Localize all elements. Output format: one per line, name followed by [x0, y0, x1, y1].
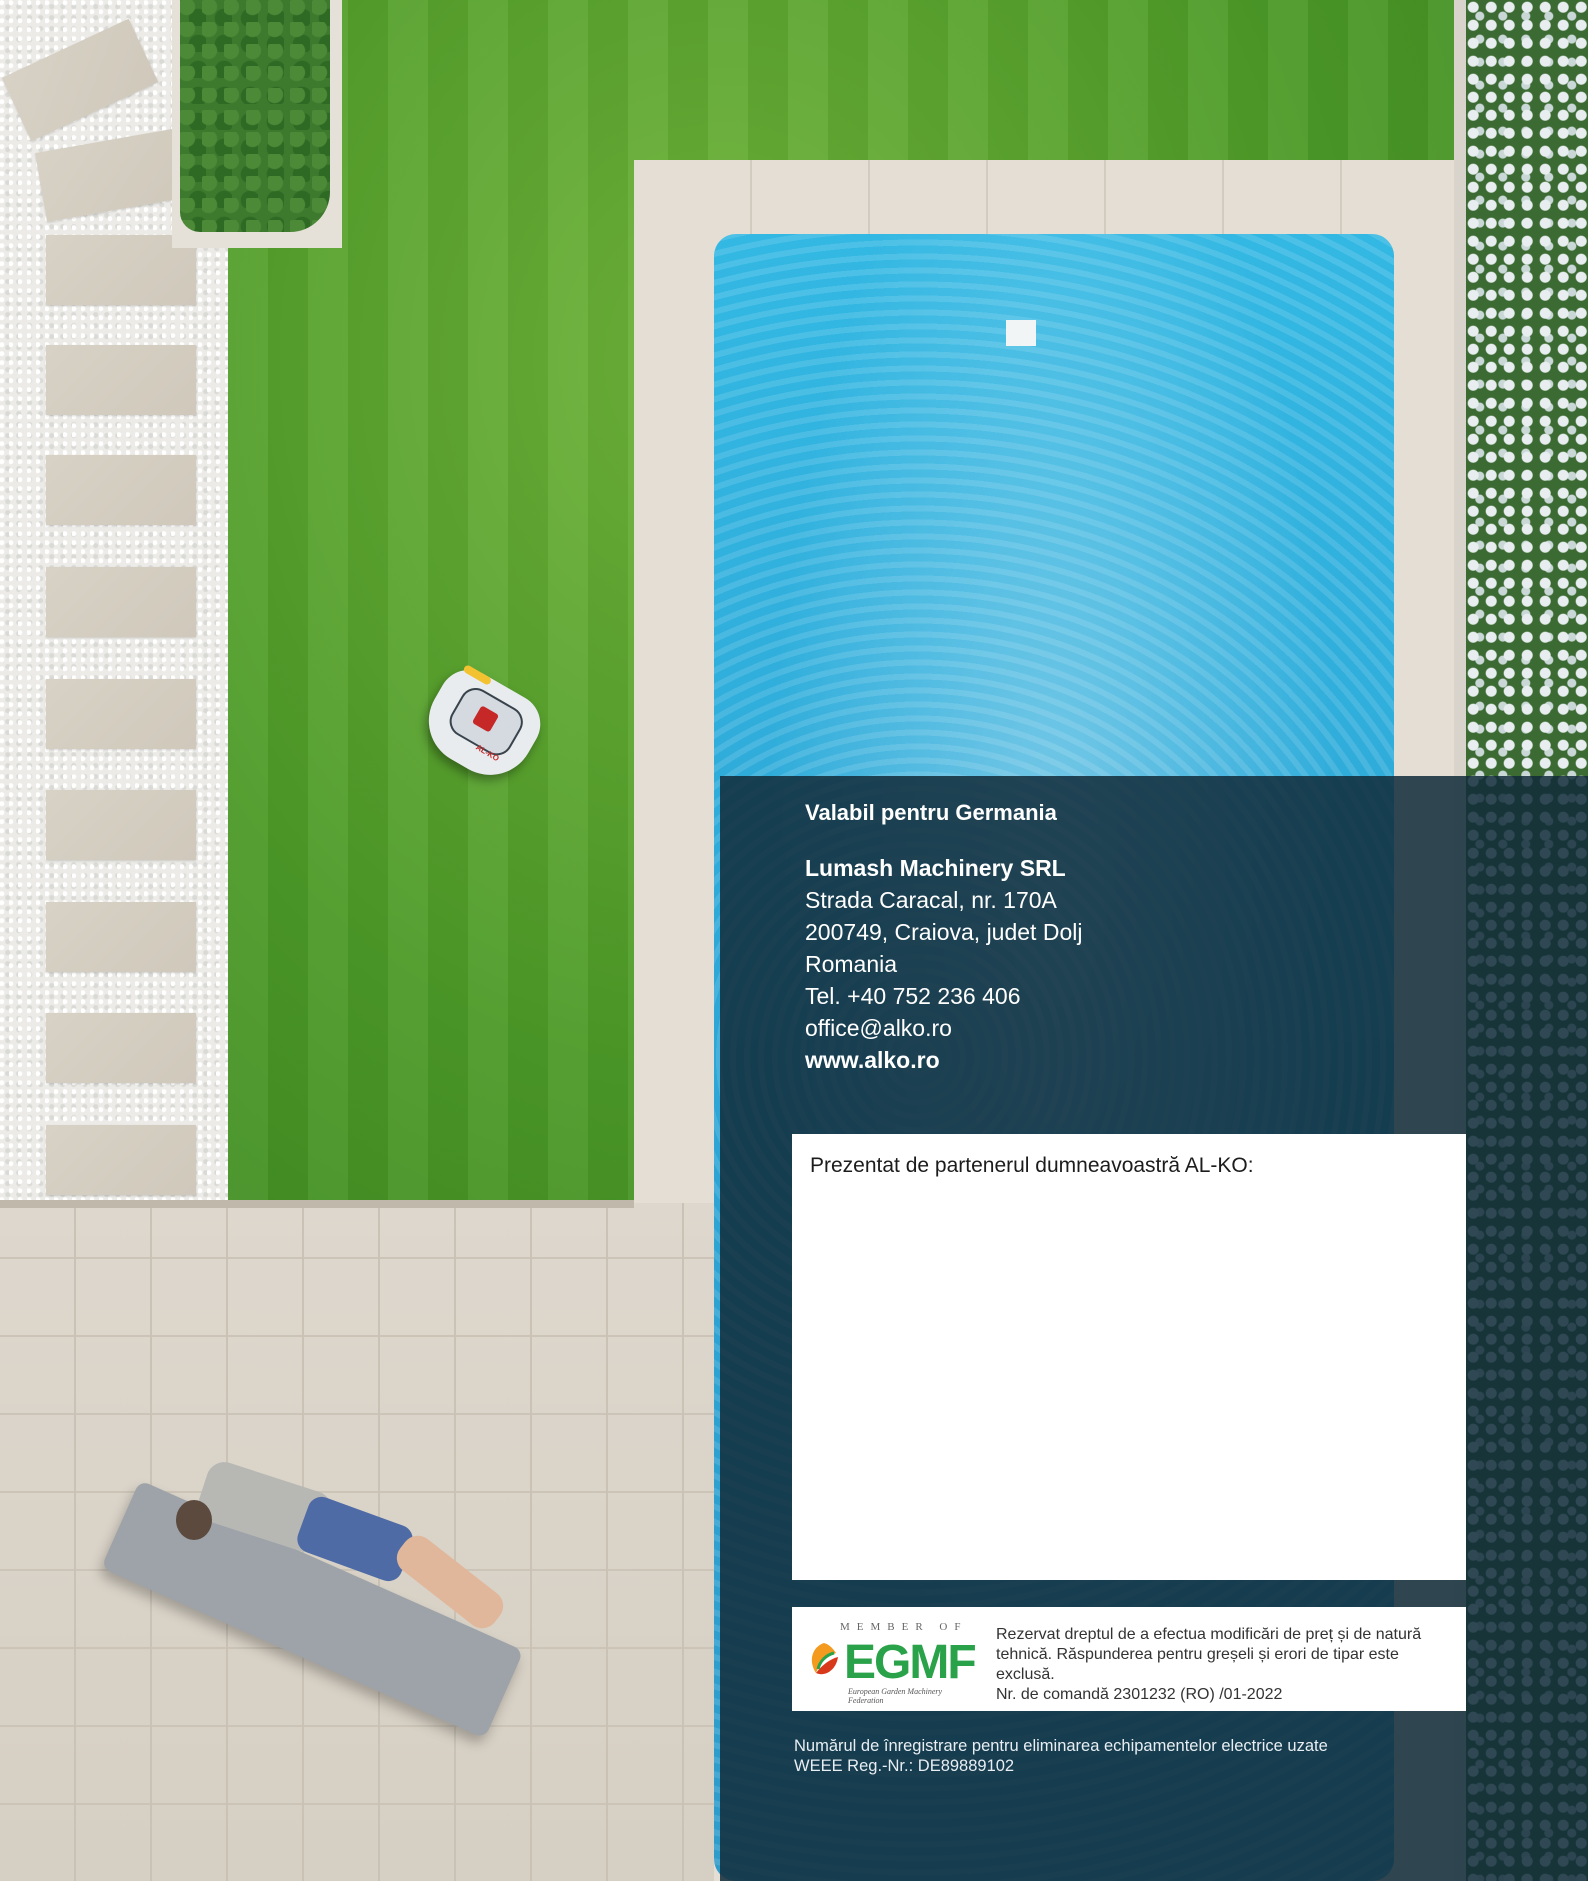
stepping-stone [46, 345, 196, 415]
city-address: 200749, Craiova, judet Dolj [805, 919, 1083, 945]
company-name: Lumash Machinery SRL [805, 855, 1066, 881]
weee-registration: Numărul de înregistrare pentru eliminare… [794, 1736, 1328, 1776]
partner-stamp-box: Prezentat de partenerul dumneavoastră AL… [792, 1134, 1466, 1580]
egmf-logo: MEMBER OF EGMF European Garden Machinery… [806, 1621, 977, 1705]
egmf-box: MEMBER OF EGMF European Garden Machinery… [792, 1607, 1466, 1711]
egmf-member-of: MEMBER OF [840, 1621, 968, 1633]
stepping-stone [46, 1125, 196, 1195]
pool-skimmer [1006, 320, 1036, 346]
country: Romania [805, 951, 898, 977]
stepping-stone [46, 902, 196, 972]
validity-note: Valabil pentru Germania [805, 800, 1057, 825]
phone: Tel. +40 752 236 406 [805, 983, 1021, 1009]
stepping-stone [46, 455, 196, 525]
egmf-disclaimer: Rezervat dreptul de a efectua modificări… [996, 1625, 1456, 1705]
weee-line-2: WEEE Reg.-Nr.: DE89889102 [794, 1757, 1015, 1775]
website-link[interactable]: www.alko.ro [805, 1044, 1405, 1076]
egmf-leaf-icon [811, 1643, 838, 1675]
weee-line-1: Numărul de înregistrare pentru eliminare… [794, 1737, 1328, 1755]
email-link[interactable]: office@alko.ro [805, 1012, 1405, 1044]
street-address: Strada Caracal, nr. 170A [805, 887, 1057, 913]
egmf-wordmark: EGMF [844, 1636, 977, 1689]
disclaimer-line-2: tehnică. Răspunderea pentru greșeli și e… [996, 1646, 1399, 1683]
order-number: Nr. de comandă 2301232 (RO) /01-2022 [996, 1686, 1283, 1703]
egmf-subtitle: European Garden Machinery Federation [848, 1687, 943, 1705]
stepping-stone [46, 679, 196, 749]
partner-label: Prezentat de partenerul dumneavoastră AL… [810, 1154, 1254, 1177]
stepping-stone [46, 567, 196, 637]
hedge [180, 0, 330, 232]
stepping-stone [46, 790, 196, 860]
disclaimer-line-1: Rezervat dreptul de a efectua modificări… [996, 1626, 1422, 1643]
person-head [176, 1500, 212, 1540]
lawn-edge [0, 1200, 634, 1208]
contact-block: Valabil pentru Germania Lumash Machinery… [805, 800, 1405, 1076]
stepping-stone [46, 1013, 196, 1083]
